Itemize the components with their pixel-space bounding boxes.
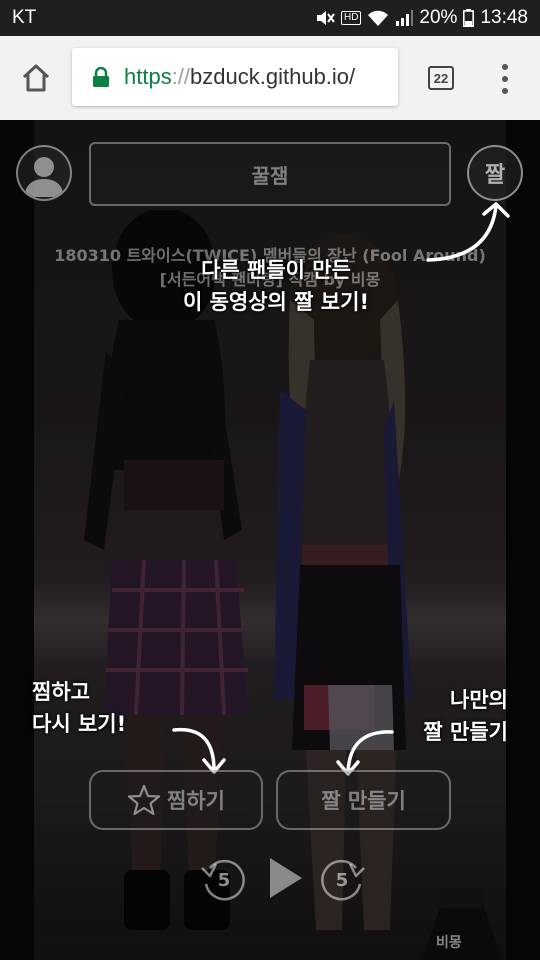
browser-toolbar: https://bzduck.github.io/ 22 [0,36,540,120]
favorite-label: 찜하기 [167,789,225,813]
favorite-button[interactable]: 찜하기 [89,770,263,830]
battery-percent: 20% [419,7,458,28]
category-label: 꿀잼 [251,163,289,188]
rewind-button[interactable]: 5 [198,854,250,906]
hint-zzal-view-line2: 이 동영상의 짤 보기! [182,290,370,314]
play-icon[interactable] [266,856,304,900]
status-bar: KT HD 20% 13:48 [0,0,540,36]
url-separator: :// [171,64,191,89]
category-box[interactable]: 꿀잼 [89,142,451,206]
battery-icon [463,9,475,27]
hint-arrow-zzal-icon [426,202,510,262]
tab-switcher-icon[interactable]: 22 [428,66,454,90]
hint-make-zzal-line1: 나만의 [450,688,508,712]
url-text: https://bzduck.github.io/ [124,64,355,90]
hint-favorite-line2: 다시 보기! [32,712,127,736]
overflow-menu-icon[interactable] [498,62,512,96]
forward-button[interactable]: 5 [316,854,368,906]
user-icon [24,157,64,197]
mute-icon [315,9,335,27]
url-host: bzduck.github.io/ [190,64,356,89]
rewind-seconds: 5 [217,869,231,891]
url-scheme: https [124,64,172,89]
clock: 13:48 [480,7,528,28]
lock-icon [93,67,109,87]
make-zzal-label: 짤 만들기 [321,789,406,813]
hint-favorite-line1: 찜하고 [32,680,90,704]
hint-make-zzal-line2: 짤 만들기 [423,720,508,744]
hint-favorite: 찜하고 다시 보기! [32,676,126,740]
carrier-label: KT [12,7,37,28]
make-zzal-button[interactable]: 짤 만들기 [276,770,451,830]
hd-icon: HD [340,11,362,25]
tab-count: 22 [433,70,449,86]
home-icon[interactable] [20,62,52,94]
hint-make-zzal: 나만의 짤 만들기 [392,684,508,748]
zzal-view-label: 짤 [484,163,506,188]
address-bar[interactable]: https://bzduck.github.io/ [72,48,398,106]
hint-zzal-view: 다른 팬들이 만든 이 동영상의 짤 보기! [148,254,404,318]
avatar[interactable] [16,145,72,201]
forward-seconds: 5 [335,869,349,891]
wifi-icon [367,9,389,27]
watermark-text: 비몽 [436,935,462,951]
star-icon [127,784,161,816]
status-icons: HD 20% 13:48 [315,7,528,29]
watermark-logo [422,888,502,960]
hint-arrow-favorite-icon [172,727,226,774]
zzal-view-button[interactable]: 짤 [467,145,523,201]
hint-zzal-view-line1: 다른 팬들이 만든 [201,258,351,282]
video-player[interactable]: 꿀잼 짤 180310 트와이스(TWICE) 멤버들의 장난 (Fool Ar… [0,120,540,960]
signal-icon [395,9,414,27]
